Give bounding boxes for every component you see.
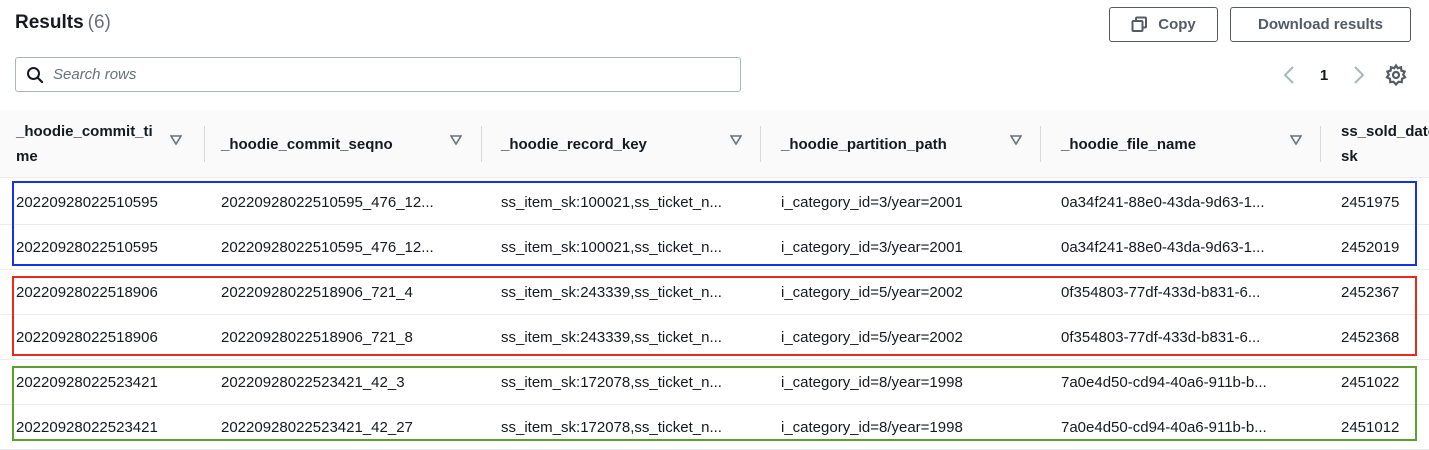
table-cell: 7a0e4d50-cd94-40a6-911b-b... [1061,419,1267,436]
gear-icon[interactable] [1384,63,1408,87]
table-cell: ss_item_sk:100021,ss_ticket_n... [501,194,722,211]
table-cell: 2451022 [1341,374,1400,391]
column-header-label: _hoodie_partition_path [781,135,947,153]
table-cell: 20220928022510595 [16,194,158,211]
table-cell: ss_item_sk:243339,ss_ticket_n... [501,284,722,301]
column-header-label: _hoodie_file_name [1061,135,1197,153]
table-cell: i_category_id=3/year=2001 [781,194,963,211]
table-cell: ss_item_sk:172078,ss_ticket_n... [501,374,722,391]
results-title: Results (6) [15,12,111,34]
table-cell: 0f354803-77df-433d-b831-6... [1061,284,1261,301]
table-cell: 0f354803-77df-433d-b831-6... [1061,329,1261,346]
column-header-partition-path[interactable]: _hoodie_partition_path [781,110,1031,178]
table-cell: 2451975 [1341,194,1400,211]
table-cell: 2451012 [1341,419,1400,436]
copy-button[interactable]: Copy [1109,7,1218,42]
column-header-label: _hoodie_record_key [501,135,647,153]
table-cell: 20220928022518906 [16,329,158,346]
table-cell: ss_item_sk:172078,ss_ticket_n... [501,419,722,436]
table-cell: 20220928022518906 [16,284,158,301]
table-row[interactable]: 20220928022523421 20220928022523421_42_2… [0,405,1429,450]
search-icon [26,66,44,84]
table-row[interactable]: 20220928022523421 20220928022523421_42_3… [0,360,1429,405]
column-divider[interactable] [481,126,482,162]
column-header-label: sk [1341,148,1358,165]
chevron-left-icon[interactable] [1279,63,1299,87]
chevron-right-icon[interactable] [1349,63,1369,87]
results-count: (6) [87,12,111,33]
column-divider[interactable] [1320,126,1321,162]
sort-icon[interactable] [1290,134,1302,146]
table-cell: i_category_id=3/year=2001 [781,239,963,256]
column-header-file-name[interactable]: _hoodie_file_name [1061,110,1311,178]
column-header-record-key[interactable]: _hoodie_record_key [501,110,751,178]
column-header-commit-time[interactable]: _hoodie_commit_time [16,110,196,178]
column-header-sold-date-sk[interactable]: ss_sold_date_sk [1341,110,1429,178]
sort-icon[interactable] [450,134,462,146]
page-number[interactable]: 1 [1320,67,1328,84]
pagination: 1 [1279,62,1369,88]
table-row[interactable]: 20220928022510595 20220928022510595_476_… [0,225,1429,270]
table-cell: 20220928022523421 [16,419,158,436]
table-cell: 2452368 [1341,329,1400,346]
table-cell: 0a34f241-88e0-43da-9d63-1... [1061,239,1265,256]
table-cell: 20220928022523421_42_3 [221,374,405,391]
table-cell: 20220928022510595_476_12... [221,194,434,211]
column-divider[interactable] [1040,126,1041,162]
column-divider[interactable] [760,126,761,162]
column-header-label: _hoodie_commit_ti [16,123,153,140]
table-cell: 20220928022518906_721_4 [221,284,413,301]
table-row[interactable]: 20220928022518906 20220928022518906_721_… [0,270,1429,315]
sort-icon[interactable] [170,134,182,146]
table-cell: 2452019 [1341,239,1400,256]
search-placeholder: Search rows [53,66,137,83]
table-cell: 20220928022510595_476_12... [221,239,434,256]
table-cell: 20220928022523421_42_27 [221,419,413,436]
table-cell: 2452367 [1341,284,1400,301]
column-header-label: ss_sold_date_ [1341,123,1429,140]
table-header: _hoodie_commit_time _hoodie_commit_seqno… [0,110,1429,178]
copy-icon [1131,16,1148,33]
table-cell: 7a0e4d50-cd94-40a6-911b-b... [1061,374,1267,391]
table-cell: i_category_id=8/year=1998 [781,374,963,391]
column-header-commit-seqno[interactable]: _hoodie_commit_seqno [221,110,471,178]
table-cell: 20220928022518906_721_8 [221,329,413,346]
download-results-button[interactable]: Download results [1230,7,1411,42]
table-cell: 0a34f241-88e0-43da-9d63-1... [1061,194,1265,211]
column-header-label: _hoodie_commit_seqno [221,135,393,153]
table-cell: 20220928022510595 [16,239,158,256]
table-cell: i_category_id=8/year=1998 [781,419,963,436]
search-input[interactable]: Search rows [15,57,741,92]
column-header-label: me [16,148,38,165]
table-cell: 20220928022523421 [16,374,158,391]
table-row[interactable]: 20220928022518906 20220928022518906_721_… [0,315,1429,360]
table-cell: ss_item_sk:100021,ss_ticket_n... [501,239,722,256]
table-cell: ss_item_sk:243339,ss_ticket_n... [501,329,722,346]
download-results-label: Download results [1257,16,1384,33]
copy-button-label: Copy [1158,16,1196,33]
column-divider[interactable] [204,126,205,162]
table-cell: i_category_id=5/year=2002 [781,329,963,346]
table-cell: i_category_id=5/year=2002 [781,284,963,301]
sort-icon[interactable] [1010,134,1022,146]
sort-icon[interactable] [730,134,742,146]
results-title-label: Results [15,12,84,33]
table-row[interactable]: 20220928022510595 20220928022510595_476_… [0,180,1429,225]
